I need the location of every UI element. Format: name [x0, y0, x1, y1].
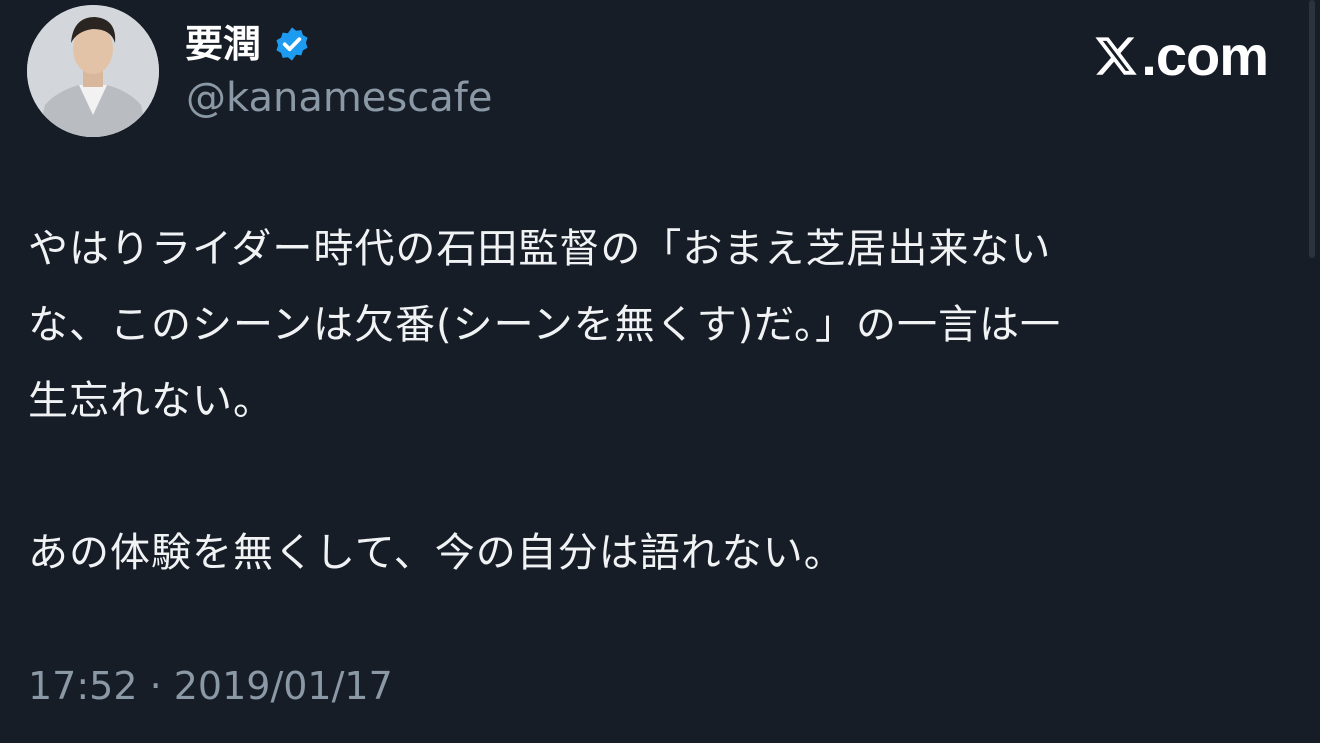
- tweet-card: 要潤 @kanamescafe .com やはりライダー時代の石田監督の「おまえ…: [0, 0, 1320, 743]
- tweet-text: やはりライダー時代の石田監督の「おまえ芝居出来ない な、このシーンは欠番(シーン…: [28, 211, 1273, 591]
- scrollbar[interactable]: [1309, 0, 1315, 258]
- avatar[interactable]: [27, 5, 159, 137]
- x-brand: .com: [1093, 24, 1269, 88]
- tweet-line: 生忘れない。: [28, 378, 274, 424]
- avatar-photo: [27, 5, 159, 137]
- tweet-line: やはりライダー時代の石田監督の「おまえ芝居出来ない: [28, 226, 1052, 272]
- tweet-line: な、このシーンは欠番(シーンを無くす)だ。」の一言は一: [28, 302, 1062, 348]
- x-logo-icon: [1095, 37, 1138, 75]
- author-display-name[interactable]: 要潤: [185, 18, 261, 70]
- tweet-timestamp[interactable]: 17:52 · 2019/01/17: [28, 660, 393, 712]
- author-handle[interactable]: @kanamescafe: [186, 72, 492, 124]
- author-name-row[interactable]: 要潤: [185, 18, 311, 70]
- tweet-line: あの体験を無くして、今の自分は語れない。: [28, 530, 845, 576]
- brand-domain: .com: [1141, 24, 1269, 87]
- verified-badge-icon: [276, 27, 308, 61]
